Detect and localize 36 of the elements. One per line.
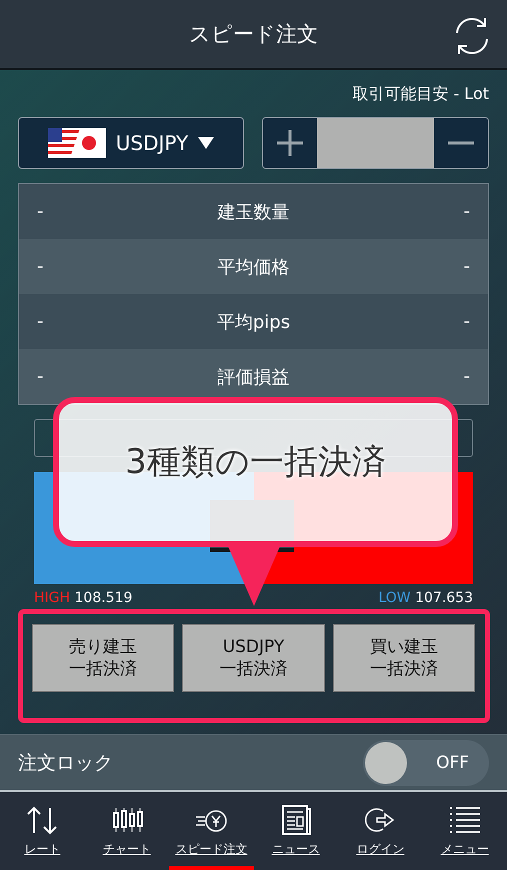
screen-title: スピード注文 bbox=[189, 21, 318, 48]
row-value: - bbox=[464, 201, 470, 222]
minus-icon bbox=[448, 141, 474, 145]
nav-tab[interactable]: メニュー bbox=[422, 792, 507, 870]
callout-text: 3種類の一括決済 bbox=[125, 441, 386, 484]
bulk-settle-button[interactable]: USDJPY 一括決済 bbox=[182, 624, 325, 692]
high-price: HIGH 108.519 bbox=[34, 590, 132, 606]
row-value: - bbox=[464, 366, 470, 387]
nav-tab[interactable]: チャート bbox=[84, 792, 169, 870]
menu-icon bbox=[448, 805, 482, 835]
row-value: - bbox=[37, 366, 44, 387]
row-value: - bbox=[464, 256, 470, 277]
row-label: 平均価格 bbox=[218, 256, 290, 278]
bulk-settle-button[interactable]: 買い建玉 一括決済 bbox=[332, 624, 475, 692]
caret-icon bbox=[198, 137, 214, 149]
order-lock-toggle[interactable]: OFF bbox=[363, 740, 489, 786]
row-value: - bbox=[37, 256, 44, 277]
row-value: - bbox=[37, 311, 44, 332]
plus-icon bbox=[277, 130, 303, 156]
row-value: - bbox=[463, 311, 470, 332]
nav-tab[interactable]: スピード注文 bbox=[169, 792, 254, 870]
flags-icon bbox=[48, 128, 106, 158]
nav-tab[interactable]: ログイン bbox=[338, 792, 422, 870]
row-label: 評価損益 bbox=[218, 366, 290, 388]
row-label: 平均pips bbox=[216, 310, 290, 334]
row-label: 建玉数量 bbox=[218, 200, 290, 224]
order-lock-label: 注文ロック bbox=[18, 750, 113, 776]
bulk-settle-button[interactable]: 売り建玉 一括決済 bbox=[32, 624, 174, 692]
row-value: - bbox=[37, 201, 44, 222]
lot-input-field[interactable] bbox=[317, 118, 434, 168]
nav-tab[interactable]: ニュース bbox=[254, 792, 338, 870]
available-lot-label: 取引可能目安 - Lot bbox=[352, 84, 489, 105]
nav-tab[interactable]: レート bbox=[0, 792, 84, 870]
up-down-arrows-icon bbox=[25, 805, 60, 835]
currency-pair-dropdown[interactable]: USDJPY bbox=[18, 117, 244, 169]
low-price: LOW 107.653 bbox=[378, 590, 473, 606]
